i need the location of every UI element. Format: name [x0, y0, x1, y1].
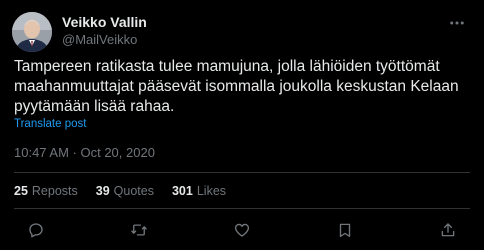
author-info: Veikko Vallin @MailVeikko	[62, 14, 147, 48]
post-timestamp[interactable]: 10:47 AM · Oct 20, 2020	[14, 145, 155, 161]
translate-post-link[interactable]: Translate post	[14, 117, 86, 131]
like-button[interactable]	[228, 218, 256, 242]
more-options-button[interactable]	[446, 12, 468, 34]
more-horizontal-icon	[450, 21, 464, 25]
engagement-stats: 25 Reposts 39 Quotes 301 Likes	[14, 183, 226, 199]
reposts-stat[interactable]: 25 Reposts	[14, 183, 78, 199]
post-text: Tampereen ratikasta tulee mamujuna, joll…	[14, 58, 459, 115]
quotes-label: Quotes	[113, 184, 154, 198]
author-handle[interactable]: @MailVeikko	[62, 32, 147, 48]
likes-label: Likes	[196, 184, 227, 198]
bookmark-icon	[339, 223, 351, 238]
quotes-stat[interactable]: 39 Quotes	[96, 183, 154, 199]
action-bar	[14, 218, 470, 242]
reply-button[interactable]	[22, 218, 50, 242]
reposts-count: 25	[14, 184, 28, 198]
divider	[14, 208, 470, 209]
share-icon	[441, 223, 455, 237]
repost-icon	[131, 224, 147, 236]
avatar[interactable]	[12, 12, 52, 52]
bookmark-button[interactable]	[331, 218, 359, 242]
likes-stat[interactable]: 301 Likes	[172, 183, 226, 199]
like-icon	[234, 223, 250, 237]
reposts-label: Reposts	[31, 184, 78, 198]
quotes-count: 39	[95, 184, 110, 198]
repost-button[interactable]	[125, 218, 153, 242]
divider	[14, 172, 470, 173]
profile-photo-icon	[12, 12, 52, 52]
share-button[interactable]	[434, 218, 462, 242]
likes-count: 301	[171, 184, 193, 198]
post-card: Veikko Vallin @MailVeikko Tampereen rati…	[0, 0, 484, 250]
reply-icon	[29, 223, 43, 238]
author-display-name[interactable]: Veikko Vallin	[62, 14, 147, 30]
